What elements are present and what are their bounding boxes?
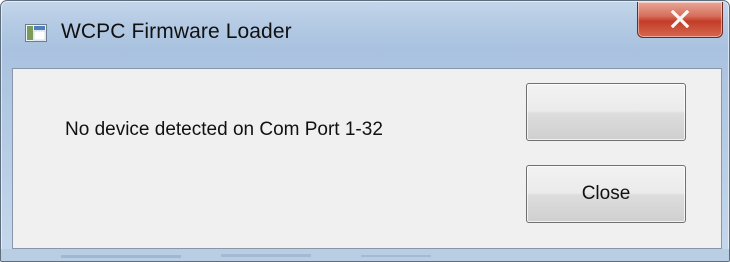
dialog-client-area: No device detected on Com Port 1-32 Clos… (12, 68, 722, 249)
close-x-icon (670, 10, 690, 28)
window-close-button[interactable] (637, 2, 723, 38)
application-window-icon (25, 24, 47, 42)
close-button[interactable]: Close (526, 165, 686, 223)
dialog-window: WCPC Firmware Loader No device detected … (0, 0, 730, 262)
window-title: WCPC Firmware Loader (61, 20, 292, 43)
blank-action-button[interactable] (526, 83, 686, 141)
status-message: No device detected on Com Port 1-32 (65, 119, 383, 140)
frame-bottom-edge (1, 249, 729, 261)
title-bar[interactable]: WCPC Firmware Loader (1, 1, 729, 61)
